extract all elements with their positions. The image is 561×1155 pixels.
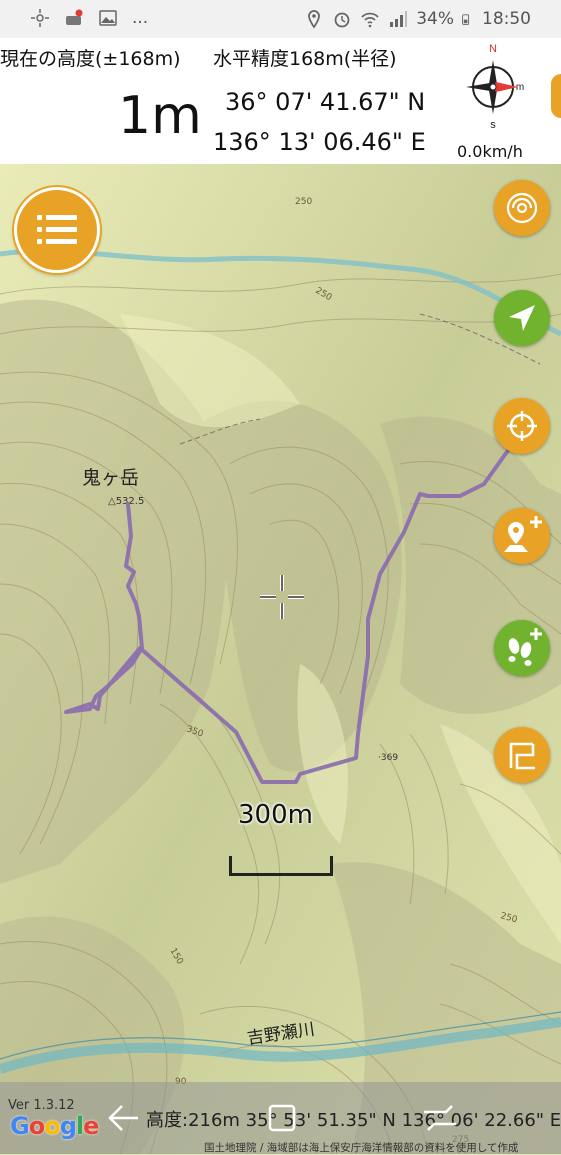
add-track-button[interactable] [494,620,550,676]
signal-icon [390,11,408,27]
notification-icon [66,9,83,25]
crosshair-icon [507,411,537,441]
more-indicator: ... [132,8,149,28]
navigate-button[interactable] [494,290,550,346]
menu-icon [37,215,77,244]
switch-app-icon[interactable] [420,1100,460,1136]
map-pin-plus-icon [504,516,542,552]
compass-south-label: s [490,119,496,131]
location-icon [308,10,321,29]
center-crosshair-icon [260,575,304,619]
back-icon[interactable] [104,1100,144,1136]
brightness-icon [31,9,49,27]
speed-value: 0.0km/h [457,142,523,161]
compass-north-label: N [489,43,497,55]
location-header: 現在の高度(±168m) 水平精度168m(半径) 1m 36° 07' 41.… [0,38,561,164]
altitude-value: 1m [118,86,202,146]
map-canvas[interactable]: 鬼ヶ岳 △532.5 吉野瀬川 250 350 250 150 250 ·369… [0,164,561,1154]
footprints-plus-icon [508,628,542,666]
layer-button[interactable] [494,180,550,236]
compass-icon[interactable]: N s m [460,40,526,132]
compass-east-label: m [516,82,524,93]
accuracy-label: 水平精度168m(半径) [213,48,397,70]
route-button[interactable] [494,727,550,783]
altitude-label: 現在の高度(±168m) [0,48,181,70]
map-attribution: 国土地理院 / 海域部は海上保安庁海洋情報部の資料を使用して作成 [204,1142,519,1154]
scale-label: 300m [238,800,313,830]
latitude-value: 36° 07' 41.67" N [225,88,426,116]
google-logo: Google [10,1112,99,1140]
battery-icon [462,14,470,25]
clock: 18:50 [482,9,531,29]
version-label: Ver 1.3.12 [8,1098,75,1113]
longitude-value: 136° 13' 06.46" E [213,128,426,156]
status-bar: ... 34% 18:50 [0,0,561,38]
navigation-arrow-icon [509,305,535,331]
image-icon [99,10,117,26]
contour-label: 250 [295,197,312,207]
topographic-map[interactable]: 鬼ヶ岳 △532.5 吉野瀬川 250 350 250 150 250 ·369… [0,164,561,1154]
locate-button[interactable] [494,398,550,454]
peak-name: 鬼ヶ岳 [82,467,139,489]
route-icon [509,742,535,770]
add-waypoint-button[interactable] [494,508,550,564]
scale-bar [229,856,333,876]
battery-percent: 34% [416,9,454,29]
header-side-button[interactable] [551,74,561,118]
wifi-icon [361,12,379,28]
recent-apps-icon[interactable] [262,1100,302,1136]
coordinate-readout: 高度:216m 35° 53' 51.35" N 136° 06' 22.66"… [146,1110,561,1131]
menu-button[interactable] [14,187,100,273]
swirl-icon [506,192,538,224]
spot-height: ·369 [378,753,398,763]
alarm-icon [334,12,350,28]
